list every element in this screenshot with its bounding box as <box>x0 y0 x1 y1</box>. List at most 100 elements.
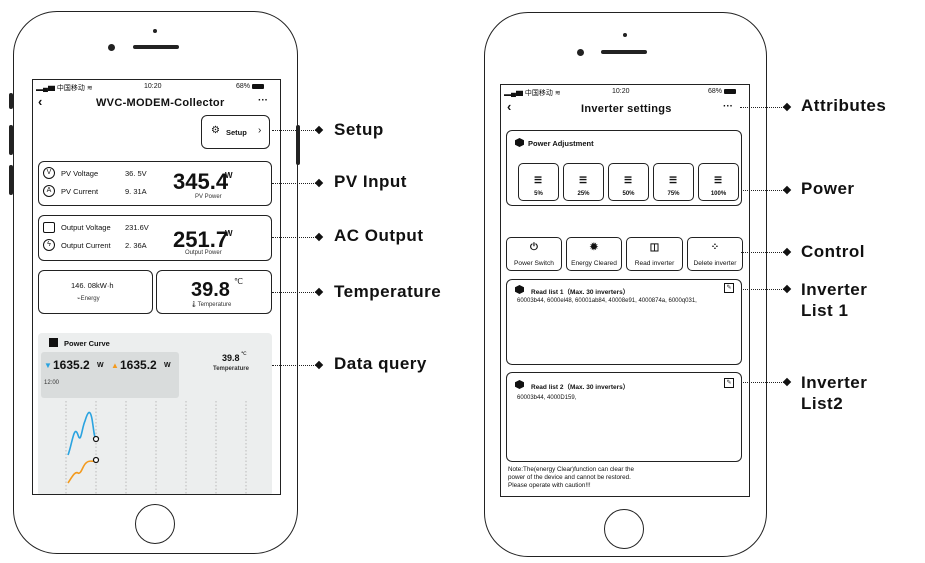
callout-list2: Inverter List2 <box>801 372 867 414</box>
status-time: 10:20 <box>144 83 162 90</box>
more-icon[interactable]: ··· <box>258 95 268 106</box>
ac-callout-marker <box>314 232 324 242</box>
control-button-label: Energy Cleared <box>571 260 617 267</box>
callout-list1-line1: Inverter <box>801 280 868 299</box>
temperature-callout-marker <box>314 287 324 297</box>
curve-temp-value: 39.8 <box>222 353 240 363</box>
edit-icon[interactable]: ✎ <box>724 283 734 293</box>
callout-ac-output: AC Output <box>334 226 424 245</box>
battery-percent: 68% <box>708 88 723 95</box>
pv-power-unit: W <box>225 171 233 180</box>
power-option-button[interactable]: ☰ 100% <box>698 163 739 201</box>
cube-icon <box>49 338 58 347</box>
list1-title: Read list 1（Max. 30 inverters） <box>531 289 630 296</box>
status-battery: 68% <box>708 88 736 95</box>
ac-callout-line <box>272 237 316 238</box>
power-callout-line <box>741 190 784 191</box>
gear-icon: ✹ <box>589 242 599 253</box>
callout-list1-line2: List 1 <box>801 301 849 320</box>
lightning-icon: ϟ <box>43 239 55 251</box>
power-option-label: 50% <box>622 191 635 197</box>
callout-list2-line1: Inverter <box>801 373 868 392</box>
pv-current-value: 9. 31A <box>125 187 147 196</box>
curve-temp-unit: ℃ <box>241 351 247 357</box>
sliders-icon: ☰ <box>534 175 543 185</box>
gear-icon: ⚙ <box>211 125 220 136</box>
battery-icon <box>723 88 736 94</box>
inverter-icon <box>43 222 55 233</box>
control-button-2[interactable]: ✹ Energy Cleared <box>566 237 622 271</box>
edit-icon[interactable]: ✎ <box>724 378 734 388</box>
curve-temp-caption: Temperature <box>213 366 249 372</box>
right-phone-front-sensor <box>623 33 627 37</box>
note-line-3: Please operate with caution!!! <box>508 481 591 489</box>
back-icon[interactable]: ‹ <box>507 99 511 114</box>
left-phone-front-sensor <box>153 29 157 33</box>
output-power-unit: W <box>225 229 233 238</box>
control-callout-marker <box>782 247 792 257</box>
pv-callout-line <box>272 183 316 184</box>
temperature-value: 39.8 <box>191 279 230 301</box>
grid-icon: ⁘ <box>710 242 720 253</box>
setup-button[interactable]: ⚙ Setup › <box>201 115 270 149</box>
left-phone-volume-down <box>9 165 13 195</box>
pv-power-caption: PV Power <box>195 194 222 200</box>
power-option-button[interactable]: ☰ 75% <box>653 163 694 201</box>
control-button-label: Power Switch <box>514 260 554 267</box>
inverter-list-1: Read list 1（Max. 30 inverters） ✎ 60003b4… <box>506 279 742 365</box>
inverter-list-2: Read list 2（Max. 30 inverters） ✎ 60003b4… <box>506 372 742 462</box>
pv-input-card: V PV Voltage 36. 5V A PV Current 9. 31A … <box>38 161 272 206</box>
curve-value-1: 1635.2 <box>53 358 90 372</box>
curve-time: 12:00 <box>44 380 60 386</box>
left-phone-home-button[interactable] <box>135 504 175 544</box>
control-button-1[interactable]: ⏻ Power Switch <box>506 237 562 271</box>
output-voltage-value: 231.6V <box>125 223 149 232</box>
back-icon[interactable]: ‹ <box>38 94 42 109</box>
battery-icon <box>251 83 264 89</box>
callout-control: Control <box>801 242 865 261</box>
pv-callout-marker <box>314 178 324 188</box>
hexagon-icon <box>515 138 524 147</box>
power-callout-marker <box>782 185 792 195</box>
page-title: Inverter settings <box>581 103 672 115</box>
pv-current-label: PV Current <box>61 187 99 196</box>
control-button-3[interactable]: ◫ Read inverter <box>626 237 683 271</box>
right-phone-speaker <box>601 50 647 54</box>
callout-power: Power <box>801 179 855 198</box>
ac-output-card: Output Voltage 231.6V ϟ Output Current 2… <box>38 215 272 261</box>
power-option-button[interactable]: ☰ 25% <box>563 163 604 201</box>
left-phone-volume-up <box>9 125 13 155</box>
list1-callout-line <box>741 289 784 290</box>
temperature-callout-line <box>272 292 316 293</box>
wifi-icon: ≋ <box>554 90 561 97</box>
power-option-button[interactable]: ☰ 5% <box>518 163 559 201</box>
signal-icon: ▂▄▆ <box>504 90 523 97</box>
output-voltage-label: Output Voltage <box>61 223 111 232</box>
temperature-caption: 🌡Temperature <box>190 301 231 308</box>
more-icon[interactable]: ··· <box>723 101 733 112</box>
note-line-2: power of the device and cannot be restor… <box>508 473 631 481</box>
blue-curve-line <box>67 411 97 456</box>
power-option-label: 100% <box>710 191 727 197</box>
control-button-4[interactable]: ⁘ Delete inverter <box>687 237 743 271</box>
list2-callout-marker <box>782 377 792 387</box>
blue-drop-icon: ▼ <box>44 361 52 370</box>
setup-label: Setup <box>226 128 247 137</box>
right-phone-home-button[interactable] <box>604 509 644 549</box>
power-curve-chart <box>65 401 247 494</box>
hexagon-icon <box>515 285 524 294</box>
energy-card: 146. 08kW·h ⌁Energy <box>38 270 153 314</box>
control-callout-line <box>741 252 784 253</box>
temperature-caption-text: Temperature <box>197 302 232 308</box>
status-signal: ▂▄▆ 中国移动 ≋ <box>504 88 561 98</box>
list1-callout-marker <box>782 284 792 294</box>
list2-callout-line <box>741 382 784 383</box>
sliders-icon: ☰ <box>579 175 588 185</box>
power-option-label: 5% <box>534 191 543 197</box>
pv-power-value: 345.4 <box>173 169 229 194</box>
power-option-button[interactable]: ☰ 50% <box>608 163 649 201</box>
pv-voltage-value: 36. 5V <box>125 169 147 178</box>
curve-value-2: 1635.2 <box>120 358 157 372</box>
left-phone-screen: ▂▄▆ 中国移动 ≋ 10:20 68% ‹ WVC-MODEM-Collect… <box>32 79 281 495</box>
control-button-label: Read inverter <box>634 260 675 267</box>
